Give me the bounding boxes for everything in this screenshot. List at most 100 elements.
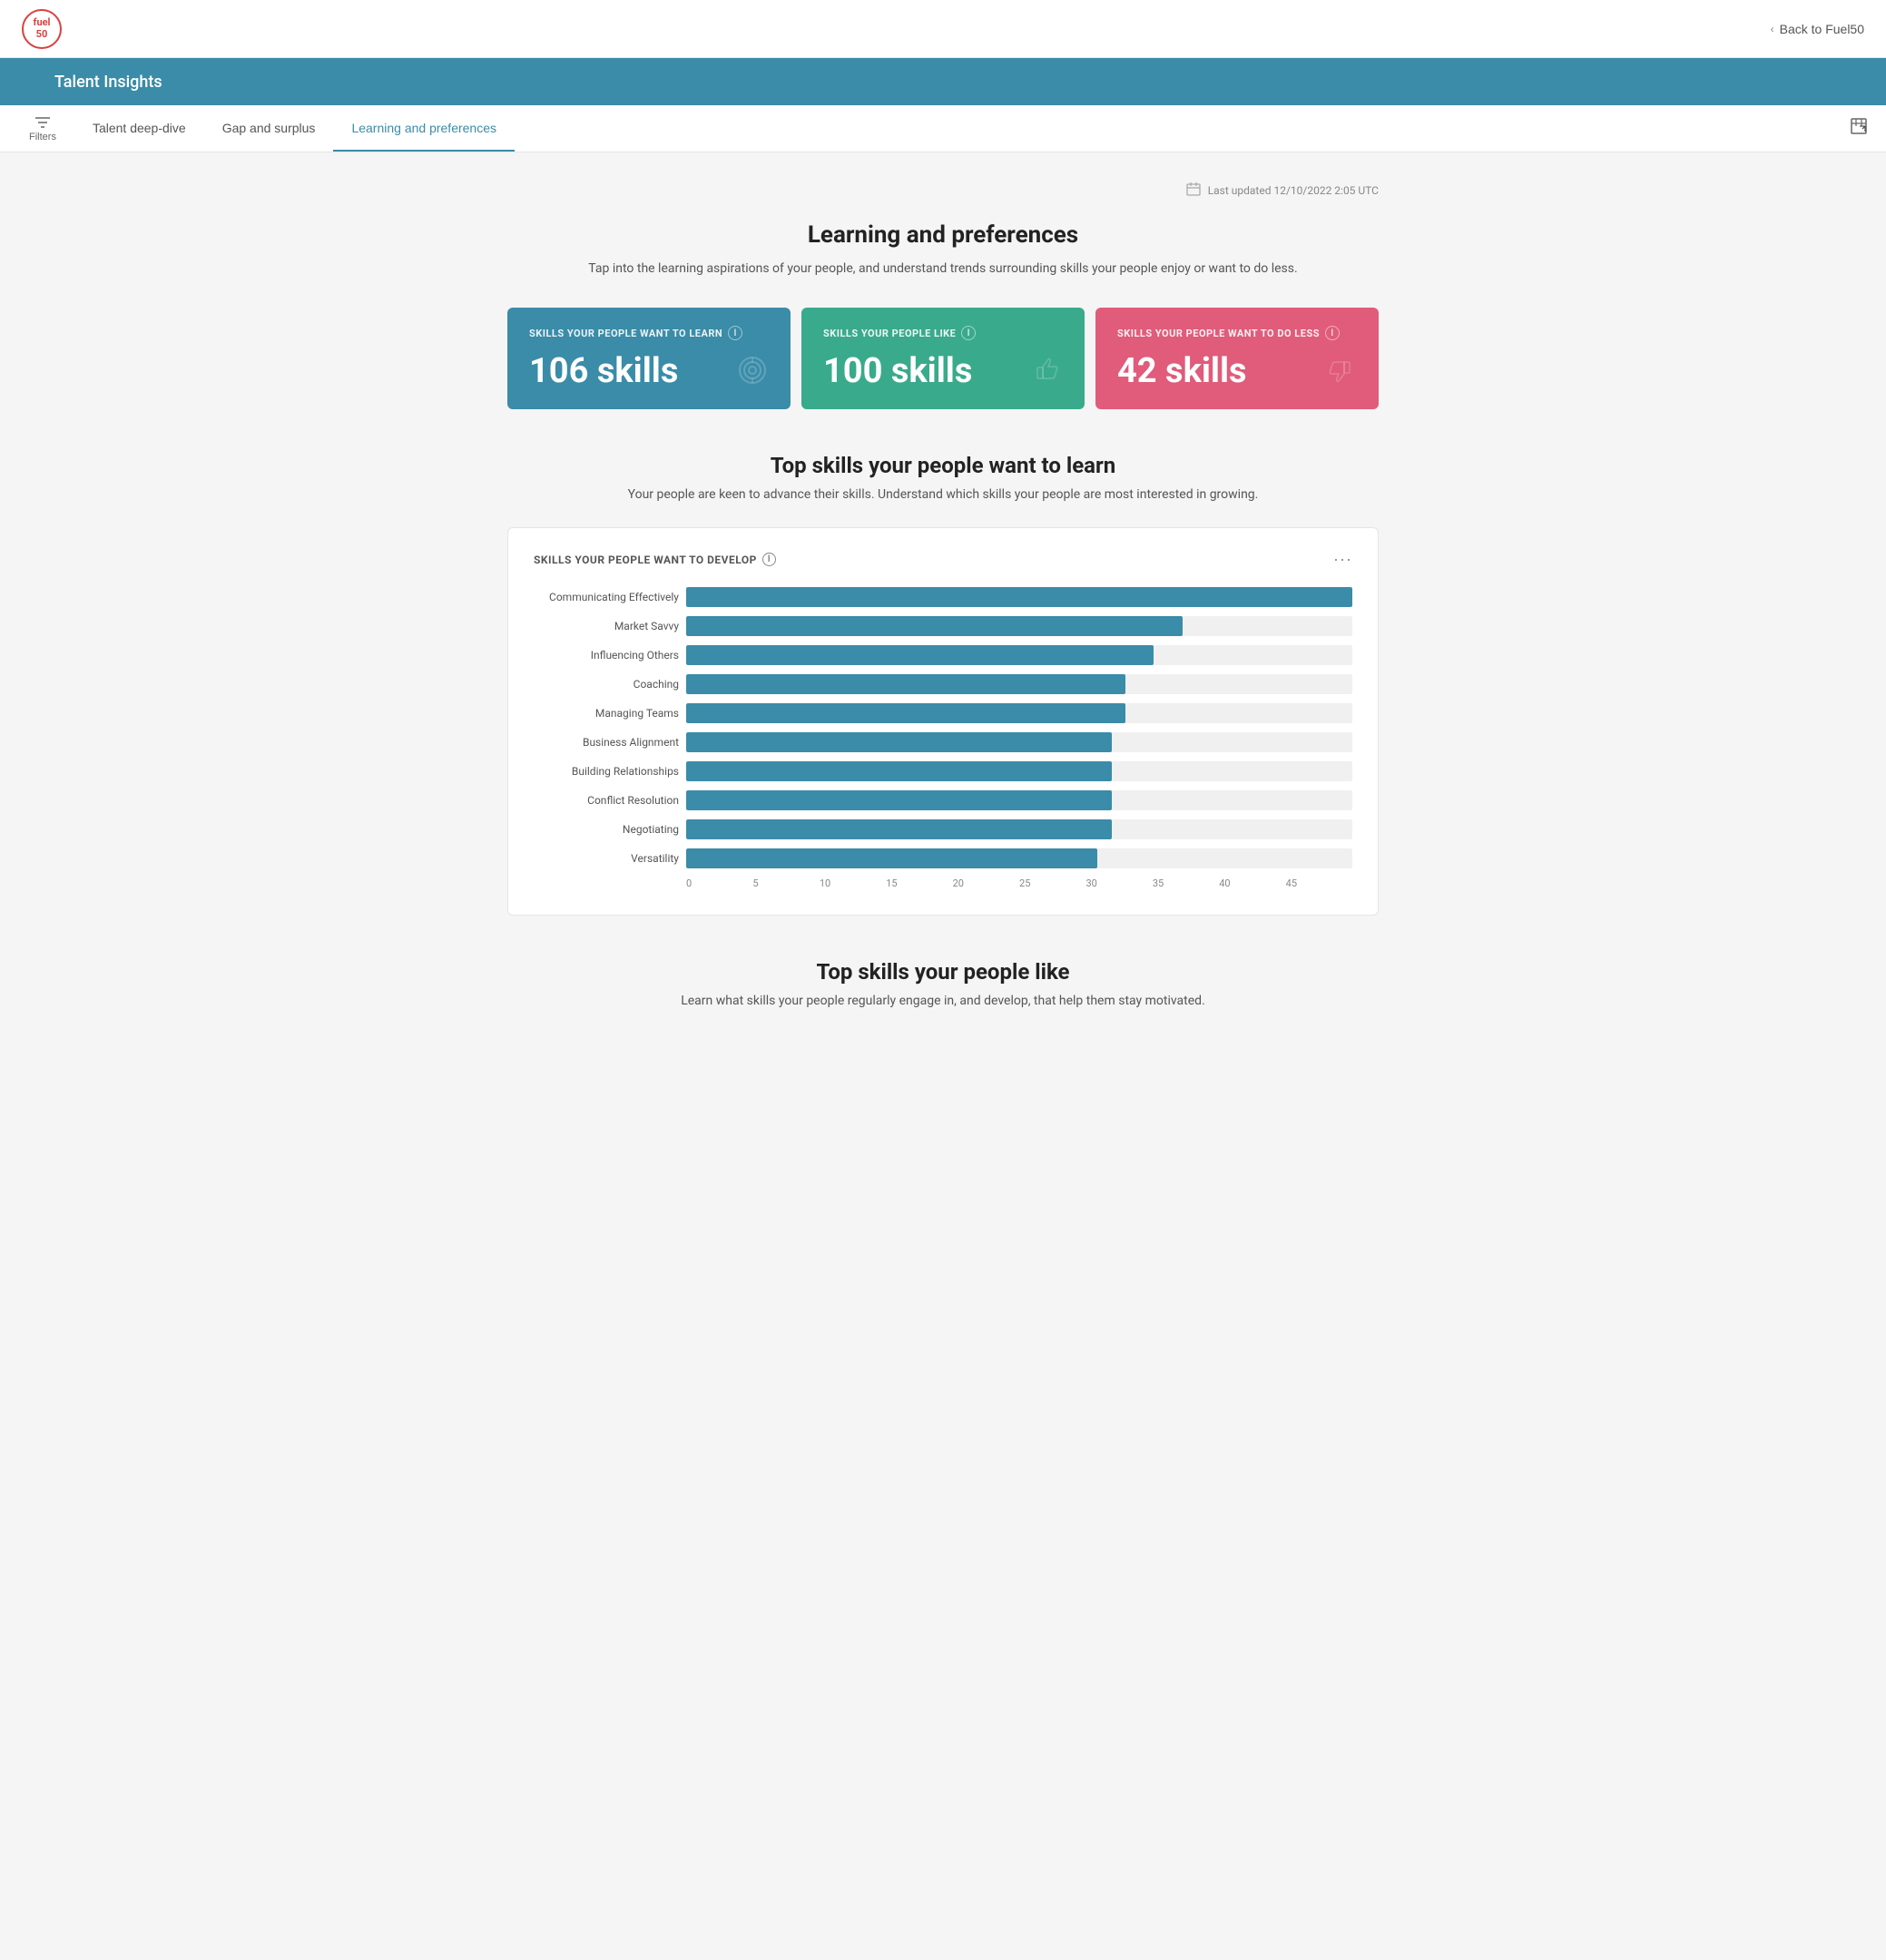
top-skills-learn-desc: Your people are keen to advance their sk…: [507, 487, 1379, 502]
hero-title: Learning and preferences: [507, 221, 1379, 249]
top-skills-like-desc: Learn what skills your people regularly …: [507, 994, 1379, 1008]
thumbs-down-icon: [1324, 354, 1357, 393]
x-tick: 35: [1153, 877, 1219, 889]
filters-button[interactable]: Filters: [18, 108, 67, 150]
x-tick: 45: [1286, 877, 1352, 889]
calendar-icon: [1186, 181, 1201, 200]
bar-row: Business Alignment: [534, 732, 1352, 752]
nav-row: Filters Talent deep-dive Gap and surplus…: [0, 105, 1886, 152]
tab-talent-deep-dive[interactable]: Talent deep-dive: [74, 106, 204, 152]
info-icon-people-like: i: [961, 326, 976, 340]
bar-label: Managing Teams: [534, 707, 679, 720]
stat-cards: SKILLS YOUR PEOPLE WANT TO LEARN i 106 s…: [507, 308, 1379, 409]
skills-develop-chart: SKILLS YOUR PEOPLE WANT TO DEVELOP i ···…: [507, 527, 1379, 916]
bar-row: Communicating Effectively: [534, 587, 1352, 607]
chart-info-icon: i: [762, 553, 776, 566]
stat-card-value-do-less: 42 skills: [1117, 351, 1357, 391]
bar-label: Coaching: [534, 678, 679, 691]
stat-card-label-want-to-learn: SKILLS YOUR PEOPLE WANT TO LEARN i: [529, 326, 769, 340]
x-tick: 10: [820, 877, 886, 889]
filter-icon: [34, 115, 51, 130]
info-icon-do-less: i: [1325, 326, 1340, 340]
bar-label: Influencing Others: [534, 649, 679, 662]
bar-fill: [686, 761, 1112, 781]
bar-track: [686, 819, 1352, 839]
bar-label: Market Savvy: [534, 620, 679, 632]
bar-fill: [686, 616, 1183, 636]
thumbs-up-icon: [1030, 354, 1063, 393]
bar-fill: [686, 587, 1352, 607]
bar-track: [686, 645, 1352, 665]
chart-label: SKILLS YOUR PEOPLE WANT TO DEVELOP i: [534, 553, 776, 566]
top-skills-learn-title: Top skills your people want to learn: [507, 453, 1379, 478]
chevron-left-icon: ‹: [1771, 23, 1774, 35]
stat-card-value-want-to-learn: 106 skills: [529, 351, 769, 391]
stat-card-label-people-like: SKILLS YOUR PEOPLE LIKE i: [823, 326, 1063, 340]
chart-more-button[interactable]: ···: [1333, 550, 1352, 569]
filters-label: Filters: [29, 132, 56, 142]
fuel50-logo: fuel50: [22, 9, 62, 49]
bar-fill: [686, 703, 1125, 723]
bar-row: Influencing Others: [534, 645, 1352, 665]
bar-row: Conflict Resolution: [534, 790, 1352, 810]
x-axis: 051015202530354045: [686, 877, 1352, 889]
bar-label: Versatility: [534, 852, 679, 865]
stat-card-do-less: SKILLS YOUR PEOPLE WANT TO DO LESS i 42 …: [1095, 308, 1379, 409]
back-to-fuel50-button[interactable]: ‹ Back to Fuel50: [1771, 22, 1864, 36]
page-title: Talent Insights: [54, 73, 162, 92]
x-tick: 25: [1019, 877, 1085, 889]
info-icon-want-to-learn: i: [728, 326, 742, 340]
last-updated-text: Last updated 12/10/2022 2:05 UTC: [1208, 184, 1379, 197]
export-button[interactable]: [1850, 117, 1868, 140]
stat-card-want-to-learn: SKILLS YOUR PEOPLE WANT TO LEARN i 106 s…: [507, 308, 791, 409]
stat-card-label-do-less: SKILLS YOUR PEOPLE WANT TO DO LESS i: [1117, 326, 1357, 340]
top-bar: fuel50 ‹ Back to Fuel50: [0, 0, 1886, 58]
stat-card-people-like: SKILLS YOUR PEOPLE LIKE i 100 skills: [801, 308, 1085, 409]
bar-track: [686, 616, 1352, 636]
page-header: Talent Insights: [0, 58, 1886, 105]
bar-track: [686, 732, 1352, 752]
bar-row: Managing Teams: [534, 703, 1352, 723]
bar-track: [686, 790, 1352, 810]
bar-row: Versatility: [534, 848, 1352, 868]
x-tick: 0: [686, 877, 752, 889]
bar-track: [686, 587, 1352, 607]
bar-row: Market Savvy: [534, 616, 1352, 636]
x-tick: 5: [752, 877, 819, 889]
bar-track: [686, 674, 1352, 694]
bar-fill: [686, 645, 1154, 665]
target-icon: [736, 354, 769, 393]
stat-card-value-people-like: 100 skills: [823, 351, 1063, 391]
chart-header: SKILLS YOUR PEOPLE WANT TO DEVELOP i ···: [534, 550, 1352, 569]
bar-row: Negotiating: [534, 819, 1352, 839]
tab-learning-and-preferences[interactable]: Learning and preferences: [333, 106, 515, 152]
last-updated-row: Last updated 12/10/2022 2:05 UTC: [507, 181, 1379, 200]
back-label: Back to Fuel50: [1780, 22, 1864, 36]
bar-track: [686, 703, 1352, 723]
bar-label: Building Relationships: [534, 765, 679, 778]
bar-fill: [686, 732, 1112, 752]
main-content: Last updated 12/10/2022 2:05 UTC Learnin…: [489, 152, 1397, 1044]
top-skills-like-title: Top skills your people like: [507, 959, 1379, 985]
bar-track: [686, 761, 1352, 781]
bar-fill: [686, 674, 1125, 694]
export-icon: [1850, 117, 1868, 135]
bar-row: Coaching: [534, 674, 1352, 694]
x-tick: 30: [1085, 877, 1152, 889]
bar-chart: Communicating Effectively Market Savvy Inf…: [534, 587, 1352, 889]
tab-gap-and-surplus[interactable]: Gap and surplus: [204, 106, 334, 152]
bar-track: [686, 848, 1352, 868]
x-tick: 15: [886, 877, 952, 889]
bar-label: Communicating Effectively: [534, 591, 679, 603]
bar-row: Building Relationships: [534, 761, 1352, 781]
bar-fill: [686, 848, 1097, 868]
bar-label: Conflict Resolution: [534, 794, 679, 807]
x-tick: 40: [1219, 877, 1285, 889]
bar-fill: [686, 819, 1112, 839]
bar-label: Business Alignment: [534, 736, 679, 749]
x-tick: 20: [953, 877, 1019, 889]
hero-description: Tap into the learning aspirations of you…: [507, 260, 1379, 279]
bar-fill: [686, 790, 1112, 810]
bar-label: Negotiating: [534, 823, 679, 836]
nav-tabs: Talent deep-dive Gap and surplus Learnin…: [74, 106, 1850, 152]
